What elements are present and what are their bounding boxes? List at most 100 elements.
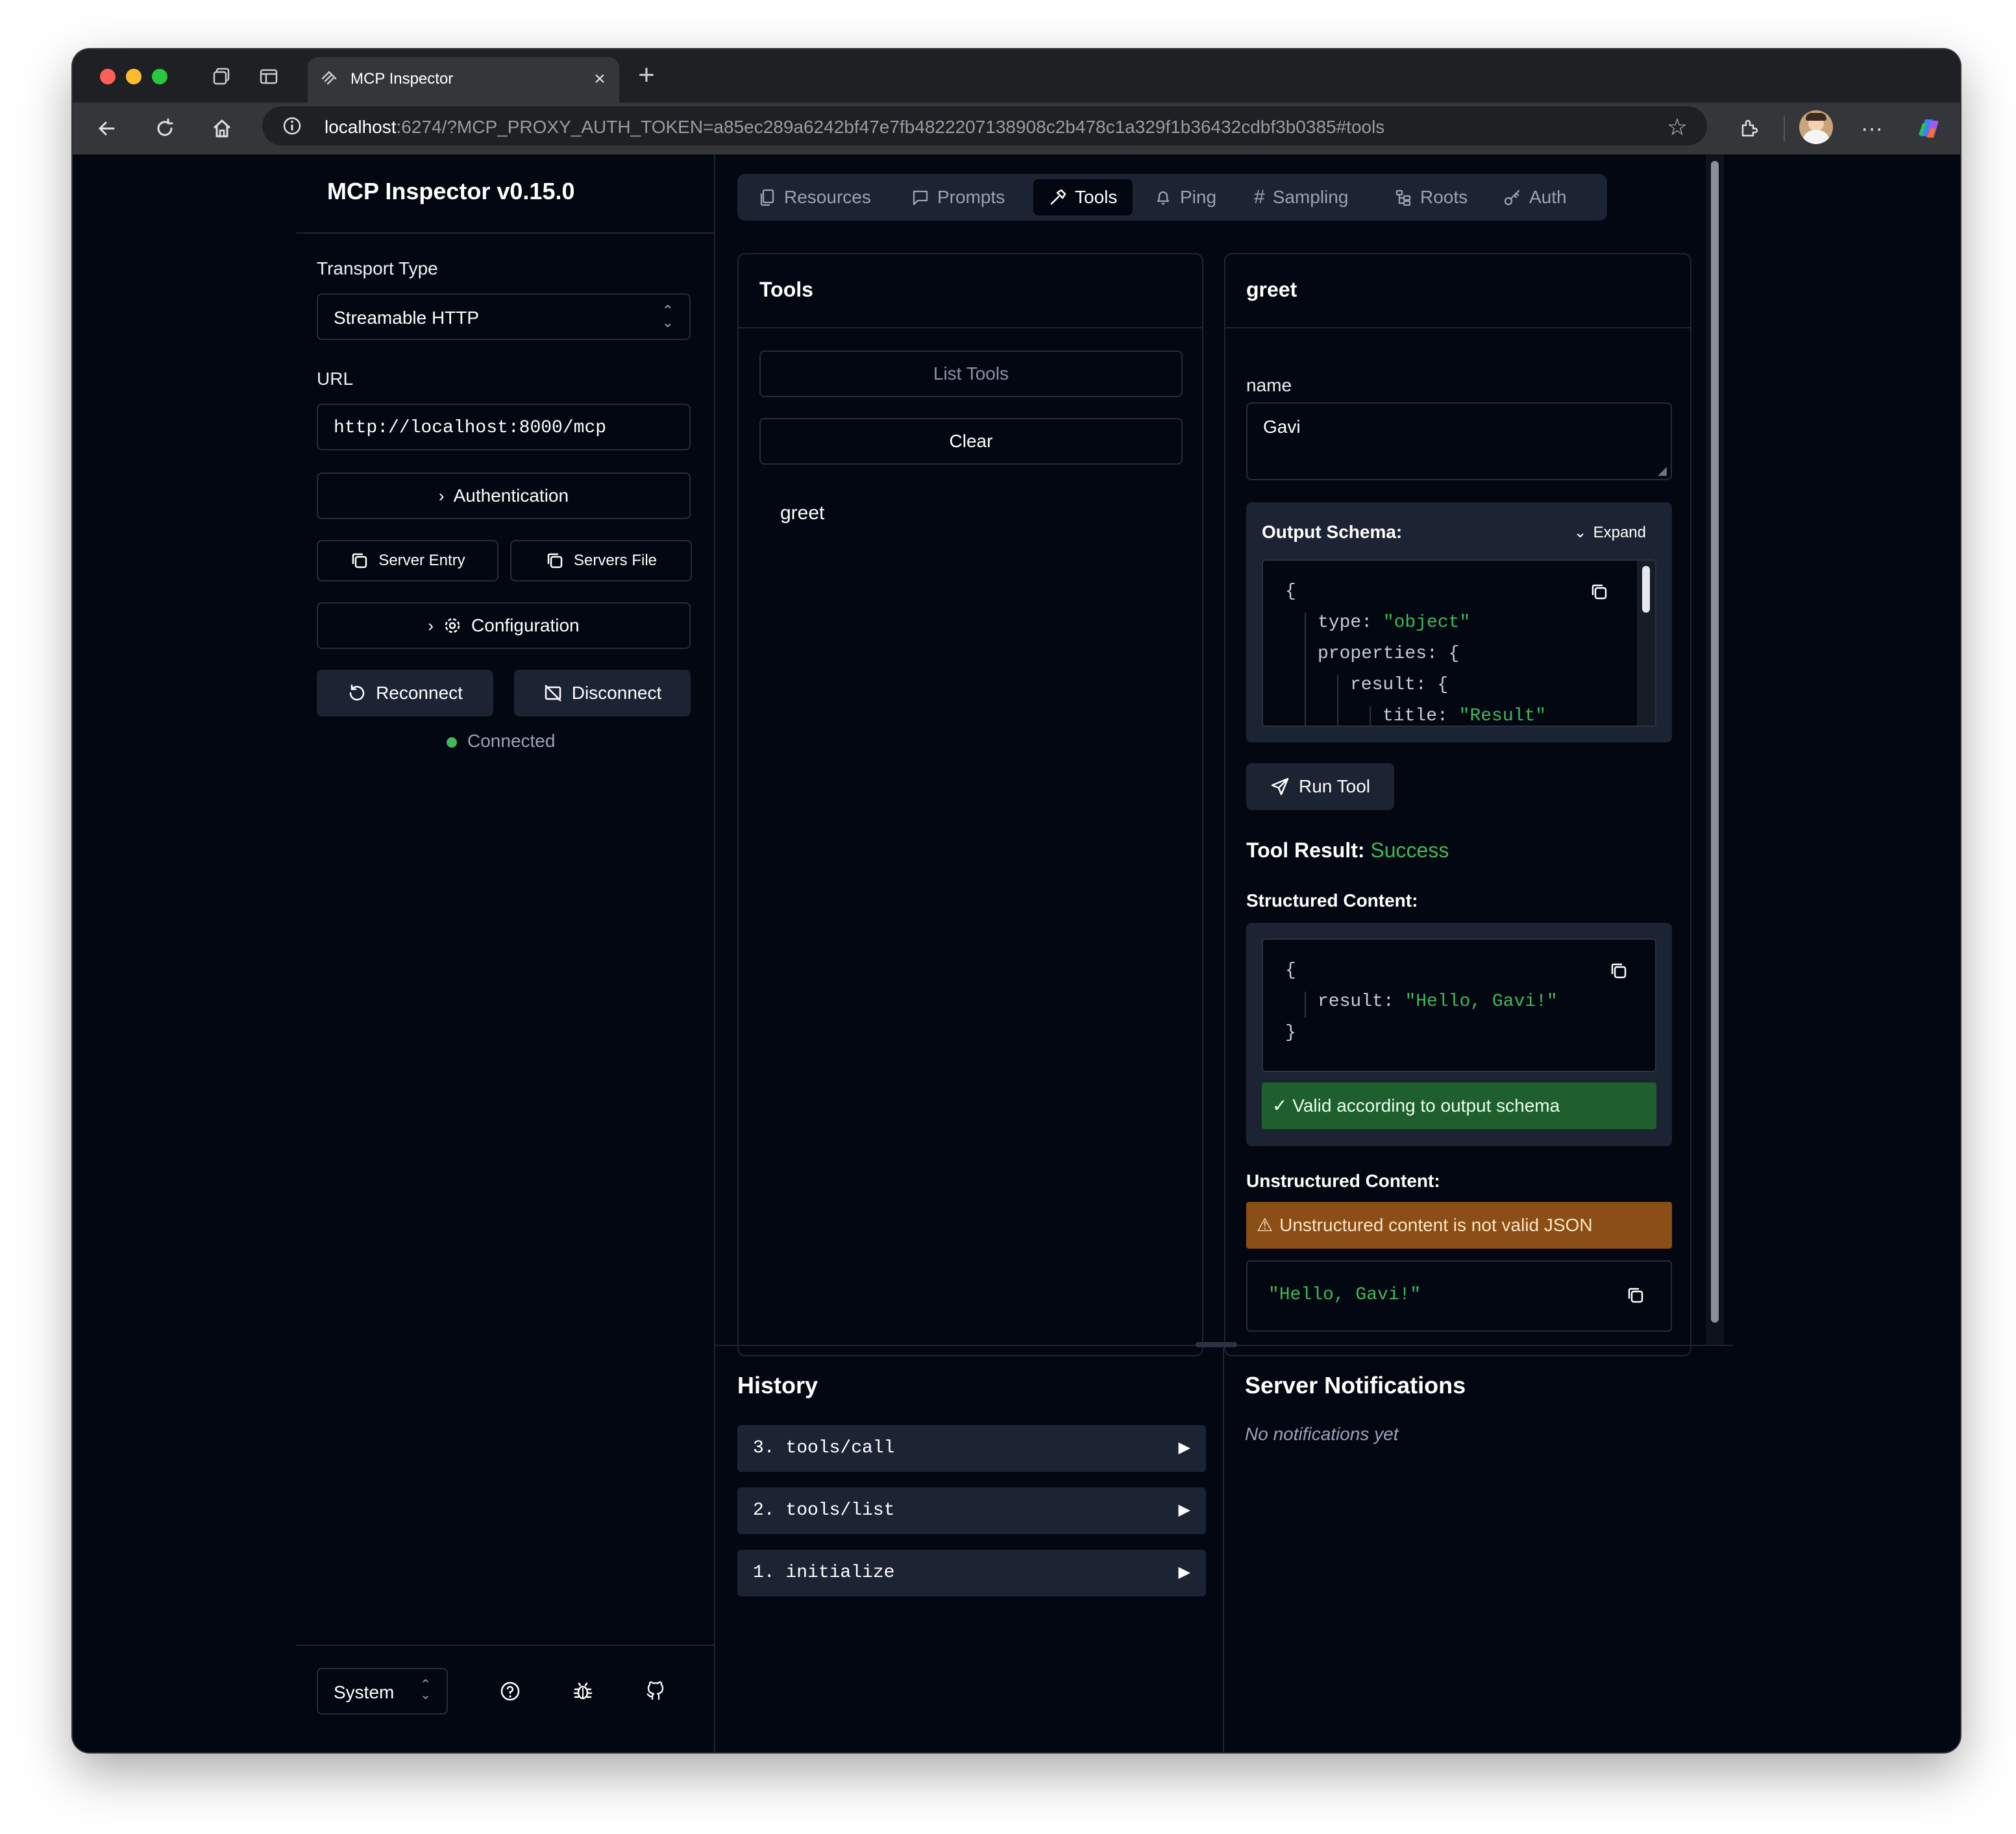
theme-select[interactable]: System ⌃ ⌄ bbox=[317, 1668, 448, 1715]
history-item-label: 2. tools/list bbox=[753, 1500, 895, 1521]
unstructured-value: "Hello, Gavi!" bbox=[1268, 1285, 1421, 1305]
servers-file-button[interactable]: Servers File bbox=[510, 540, 692, 581]
tab-ping[interactable]: Ping bbox=[1146, 179, 1224, 215]
bug-icon[interactable] bbox=[570, 1678, 596, 1704]
favorite-star-icon[interactable]: ☆ bbox=[1664, 114, 1690, 140]
extensions-icon[interactable] bbox=[1734, 114, 1763, 143]
warning-icon: ⚠ bbox=[1257, 1215, 1273, 1235]
authentication-label: Authentication bbox=[453, 485, 569, 506]
address-bar[interactable]: localhost:6274/?MCP_PROXY_AUTH_TOKEN=a85… bbox=[262, 106, 1707, 145]
theme-value: System bbox=[334, 1682, 395, 1702]
copy-icon bbox=[352, 553, 367, 569]
back-icon[interactable] bbox=[92, 114, 121, 143]
reload-icon[interactable] bbox=[151, 114, 179, 143]
page-scrollbar-thumb[interactable] bbox=[1711, 161, 1719, 1323]
history-item-label: 3. tools/call bbox=[753, 1438, 895, 1458]
authentication-button[interactable]: › Authentication bbox=[317, 472, 691, 519]
resize-handle-icon[interactable]: ◢ bbox=[1658, 464, 1667, 478]
site-info-icon[interactable] bbox=[280, 114, 304, 138]
code-line: result: "Hello, Gavi!" bbox=[1318, 992, 1558, 1012]
disconnect-button[interactable]: Disconnect bbox=[514, 670, 691, 716]
avatar[interactable] bbox=[1799, 110, 1833, 144]
page-scrollbar[interactable] bbox=[1706, 154, 1724, 1346]
clear-button[interactable]: Clear bbox=[759, 418, 1183, 465]
close-window-button[interactable] bbox=[100, 69, 116, 84]
code-line: } bbox=[1285, 1023, 1296, 1043]
tab-roots[interactable]: Roots bbox=[1386, 179, 1475, 215]
history-item-label: 1. initialize bbox=[753, 1563, 895, 1583]
tools-panel: Tools List Tools Clear greet bbox=[737, 253, 1203, 1356]
github-icon[interactable] bbox=[643, 1678, 669, 1704]
tab-sampling[interactable]: # Sampling bbox=[1246, 179, 1356, 215]
new-tab-icon[interactable]: + bbox=[632, 59, 661, 91]
tab-resources[interactable]: Resources bbox=[750, 179, 879, 215]
output-schema-section: Output Schema: ⌄ Expand { type: "object"… bbox=[1246, 502, 1672, 742]
scrollbar-thumb[interactable] bbox=[1642, 566, 1650, 613]
message-icon bbox=[913, 190, 928, 206]
structured-content-code: { result: "Hello, Gavi!" } bbox=[1262, 938, 1656, 1072]
expand-arrow-icon: ▶ bbox=[1178, 1563, 1190, 1581]
run-tool-button[interactable]: Run Tool bbox=[1246, 763, 1394, 810]
history-item[interactable]: 1. initialize ▶ bbox=[737, 1550, 1206, 1596]
code-string: "Result" bbox=[1458, 706, 1547, 726]
tab-tools[interactable]: Tools bbox=[1033, 179, 1133, 215]
url-host: localhost bbox=[325, 117, 397, 137]
structured-content-label: Structured Content: bbox=[1246, 890, 1418, 911]
reconnect-button[interactable]: Reconnect bbox=[317, 670, 493, 716]
send-icon bbox=[1271, 777, 1289, 796]
tab-actions-icon[interactable] bbox=[256, 64, 282, 90]
code-key: result: bbox=[1318, 992, 1394, 1012]
transport-type-label: Transport Type bbox=[317, 258, 438, 278]
server-entry-label: Server Entry bbox=[378, 552, 465, 569]
url-input[interactable]: http://localhost:8000/mcp bbox=[317, 404, 691, 450]
param-name-input[interactable]: Gavi ◢ bbox=[1246, 402, 1672, 480]
tab-prompts[interactable]: Prompts bbox=[904, 179, 1013, 215]
minimize-window-button[interactable] bbox=[126, 69, 141, 84]
copilot-icon[interactable] bbox=[1913, 114, 1942, 143]
help-icon[interactable] bbox=[497, 1678, 523, 1704]
tool-detail-divider bbox=[1225, 327, 1690, 328]
chevron-updown-icon: ⌃ ⌄ bbox=[661, 302, 674, 330]
workspaces-icon[interactable] bbox=[209, 64, 235, 90]
list-tools-button[interactable]: List Tools bbox=[759, 350, 1183, 397]
tool-result-heading: Tool Result: Success bbox=[1246, 838, 1449, 862]
files-icon bbox=[760, 189, 774, 206]
more-options-icon[interactable]: ··· bbox=[1858, 114, 1886, 143]
tool-list-item[interactable]: greet bbox=[780, 502, 824, 524]
indent-guide bbox=[1305, 992, 1306, 1018]
code-line: title: "Result" bbox=[1383, 706, 1546, 726]
close-tab-icon[interactable]: × bbox=[589, 68, 610, 90]
key-icon bbox=[1504, 190, 1520, 206]
param-label: name bbox=[1246, 375, 1292, 395]
bell-icon bbox=[1157, 191, 1170, 205]
copy-icon[interactable] bbox=[1624, 1284, 1647, 1307]
tools-panel-divider bbox=[739, 327, 1202, 328]
browser-tab[interactable]: MCP Inspector × bbox=[308, 57, 619, 103]
notifications-empty: No notifications yet bbox=[1245, 1424, 1399, 1444]
scrollbar[interactable] bbox=[1637, 561, 1655, 726]
code-key: title: bbox=[1383, 706, 1448, 726]
transport-type-select[interactable]: Streamable HTTP ⌃ ⌄ bbox=[317, 293, 691, 340]
home-icon[interactable] bbox=[208, 114, 236, 143]
server-entry-button[interactable]: Server Entry bbox=[317, 540, 498, 581]
history-item[interactable]: 2. tools/list ▶ bbox=[737, 1487, 1206, 1534]
tab-list: Resources Prompts Tools Ping # Sampling bbox=[737, 174, 1607, 221]
url-input-value: http://localhost:8000/mcp bbox=[334, 418, 607, 438]
chevron-updown-icon: ⌃ ⌄ bbox=[420, 1678, 431, 1702]
hash-icon: # bbox=[1254, 186, 1265, 208]
tab-tools-label: Tools bbox=[1075, 187, 1118, 207]
configuration-button[interactable]: › Configuration bbox=[317, 602, 691, 649]
url-path: :6274/?MCP_PROXY_AUTH_TOKEN=a85ec289a624… bbox=[396, 117, 1385, 137]
history-item[interactable]: 3. tools/call ▶ bbox=[737, 1425, 1206, 1472]
tab-auth[interactable]: Auth bbox=[1495, 179, 1575, 215]
app-root: MCP Inspector v0.15.0 Transport Type Str… bbox=[73, 154, 1960, 1752]
history-title: History bbox=[737, 1372, 818, 1399]
zoom-window-button[interactable] bbox=[152, 69, 167, 84]
browser-tab-bar: MCP Inspector × + bbox=[73, 49, 1960, 103]
expand-button[interactable]: ⌄ Expand bbox=[1573, 523, 1646, 542]
chevron-right-icon: › bbox=[428, 615, 434, 635]
notifications-panel: Server Notifications No notifications ye… bbox=[1224, 1346, 1730, 1752]
folder-tree-icon bbox=[1395, 190, 1411, 206]
copy-icon[interactable] bbox=[1607, 959, 1630, 983]
copy-icon[interactable] bbox=[1588, 580, 1611, 604]
